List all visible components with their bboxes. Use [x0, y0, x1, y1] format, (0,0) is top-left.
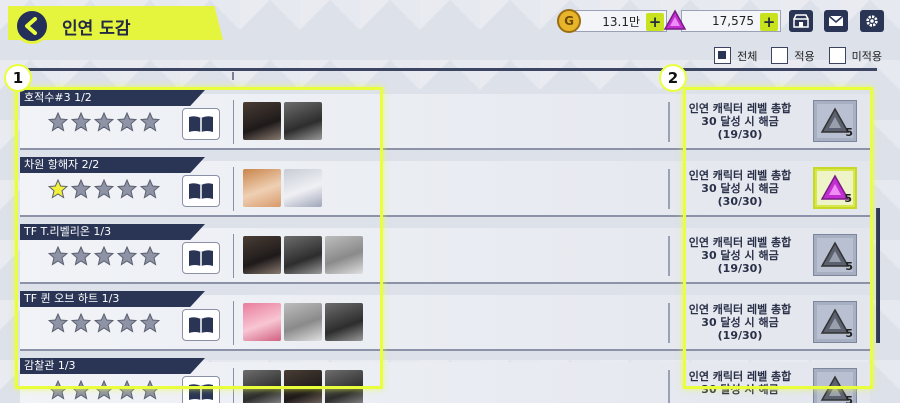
reward-separator: [668, 303, 670, 343]
gem-amount: 17,575: [712, 14, 754, 28]
add-gem-button[interactable]: +: [760, 13, 778, 31]
reward-separator: [668, 169, 670, 209]
reward-separator: [668, 370, 670, 403]
top-bar: 인연 도감 G 13.1만 + 17,575 +: [0, 0, 900, 46]
gold-coin-icon: G: [557, 9, 581, 33]
filter-all-label: 전체: [737, 49, 758, 63]
filter-group: 전체 적용 미적용: [714, 47, 882, 64]
mail-icon: [828, 15, 844, 26]
back-arrow-icon: [25, 17, 37, 35]
filter-applied-label: 적용: [794, 49, 815, 63]
highlight-box-left: [15, 87, 383, 389]
reward-separator: [668, 236, 670, 276]
gem-currency: 17,575 +: [663, 9, 781, 33]
settings-button[interactable]: [860, 10, 884, 32]
filter-unapplied[interactable]: 미적용: [828, 47, 882, 64]
filter-all-checkbox[interactable]: [714, 47, 732, 64]
filter-applied-checkbox[interactable]: [771, 47, 789, 64]
reward-count: 5: [845, 394, 853, 403]
gem-icon: [663, 9, 687, 30]
store-icon: [793, 14, 809, 28]
divider-tick: [232, 72, 234, 80]
filter-applied[interactable]: 적용: [771, 47, 815, 64]
filter-unapplied-checkbox[interactable]: [828, 47, 846, 64]
gold-amount: 13.1만: [602, 14, 640, 29]
highlight-box-right: [683, 87, 873, 389]
header-divider: [22, 68, 877, 71]
shop-button[interactable]: [789, 10, 813, 32]
filter-all[interactable]: 전체: [714, 47, 757, 64]
gear-icon: [866, 15, 878, 27]
step-badge-1: 1: [4, 64, 32, 92]
page-title: 인연 도감: [62, 19, 131, 39]
step-badge-2: 2: [659, 64, 687, 92]
gold-currency: G 13.1만 +: [557, 9, 667, 33]
mail-button[interactable]: [824, 10, 848, 32]
gem-amount-box: 17,575 +: [681, 10, 781, 32]
back-button[interactable]: [14, 8, 50, 44]
gold-amount-box: 13.1만 +: [575, 10, 667, 32]
filter-unapplied-label: 미적용: [851, 49, 882, 63]
add-gold-button[interactable]: +: [646, 13, 664, 31]
reward-separator: [668, 102, 670, 142]
scrollbar[interactable]: [876, 208, 880, 343]
